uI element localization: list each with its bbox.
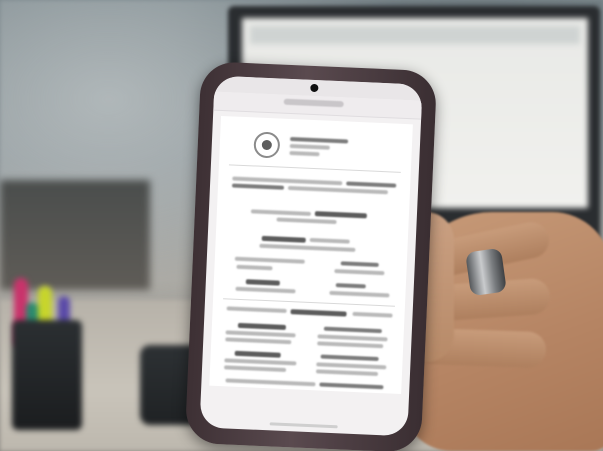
background-shelf	[0, 180, 150, 290]
pen-holder	[12, 320, 82, 430]
url-text	[283, 98, 344, 108]
bottom-toolbar	[200, 397, 409, 426]
phone-screen	[199, 75, 423, 437]
ring	[465, 247, 507, 297]
home-indicator	[269, 422, 338, 429]
front-camera-icon	[310, 83, 319, 93]
smartphone	[184, 61, 438, 451]
government-seal-icon	[253, 131, 281, 159]
photo	[0, 0, 603, 451]
web-page	[209, 115, 413, 395]
monitor-toolbar	[250, 26, 580, 44]
